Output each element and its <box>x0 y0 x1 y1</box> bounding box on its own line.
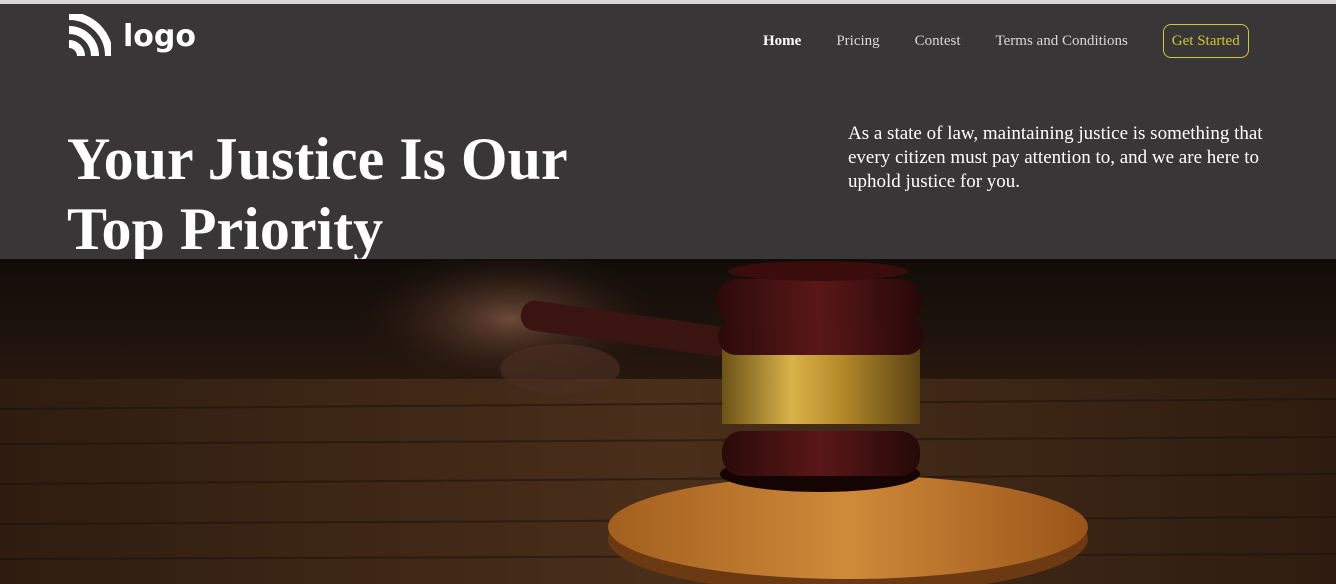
hero-title-line-1: Your Justice Is Our <box>67 126 568 192</box>
hero-description: As a state of law, maintaining justice i… <box>848 123 1263 192</box>
nav-terms[interactable]: Terms and Conditions <box>996 27 1128 55</box>
get-started-button[interactable]: Get Started <box>1162 24 1249 58</box>
nav-home[interactable]: Home <box>763 27 801 55</box>
nav-contest[interactable]: Contest <box>915 27 961 55</box>
hero-title: Your Justice Is Our Top Priority <box>67 124 627 264</box>
main-nav: Home Pricing Contest Terms and Condition… <box>763 24 1249 58</box>
logo-text: logo <box>123 18 196 54</box>
logo-icon <box>68 14 111 57</box>
gavel-illustration <box>0 259 1336 584</box>
hero-title-line-2: Top Priority <box>67 196 384 262</box>
nav-pricing[interactable]: Pricing <box>836 27 879 55</box>
site-header: logo Home Pricing Contest Terms and Cond… <box>0 4 1336 262</box>
logo-link[interactable]: logo <box>67 14 196 58</box>
hero-gavel-image <box>0 259 1336 584</box>
